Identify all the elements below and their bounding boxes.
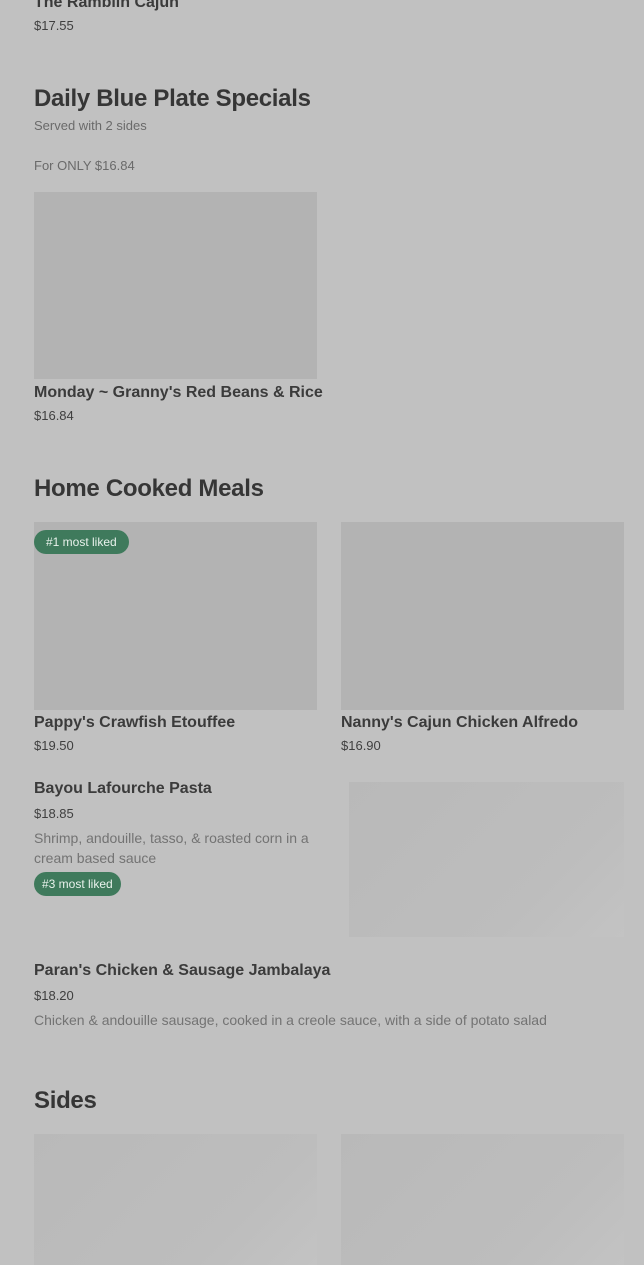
item-price: $18.85: [34, 806, 74, 821]
section-title-home-cooked: Home Cooked Meals: [34, 475, 264, 502]
item-name-jambalaya[interactable]: Paran's Chicken & Sausage Jambalaya: [34, 962, 330, 980]
item-name-crawfish-etouffee[interactable]: Pappy's Crawfish Etouffee: [34, 714, 235, 732]
item-description: Shrimp, andouille, tasso, & roasted corn…: [34, 830, 309, 866]
item-description: Chicken & andouille sausage, cooked in a…: [34, 1012, 547, 1028]
item-price: $17.55: [34, 18, 74, 33]
most-liked-badge: #1 most liked: [34, 530, 129, 554]
item-name-bayou-lafourche-pasta[interactable]: Bayou Lafourche Pasta: [34, 780, 212, 798]
item-name-chicken-alfredo[interactable]: Nanny's Cajun Chicken Alfredo: [341, 714, 578, 732]
section-title-specials: Daily Blue Plate Specials: [34, 85, 311, 112]
item-image[interactable]: [349, 782, 624, 937]
item-image[interactable]: [341, 522, 624, 710]
item-price: $16.84: [34, 408, 74, 423]
specials-price-note: For ONLY $16.84: [34, 158, 135, 173]
item-name-red-beans[interactable]: Monday ~ Granny's Red Beans & Rice: [34, 384, 323, 402]
item-price: $18.20: [34, 988, 74, 1003]
most-liked-badge: #3 most liked: [34, 872, 121, 896]
item-image[interactable]: [34, 1134, 317, 1265]
section-title-sides: Sides: [34, 1087, 97, 1114]
item-image[interactable]: [341, 1134, 624, 1265]
specials-subtitle: Served with 2 sides: [34, 118, 147, 133]
item-price: $16.90: [341, 738, 381, 753]
item-name-ramblin-cajun[interactable]: The Ramblin Cajun: [34, 0, 179, 12]
item-price: $19.50: [34, 738, 74, 753]
item-image[interactable]: [34, 192, 317, 379]
